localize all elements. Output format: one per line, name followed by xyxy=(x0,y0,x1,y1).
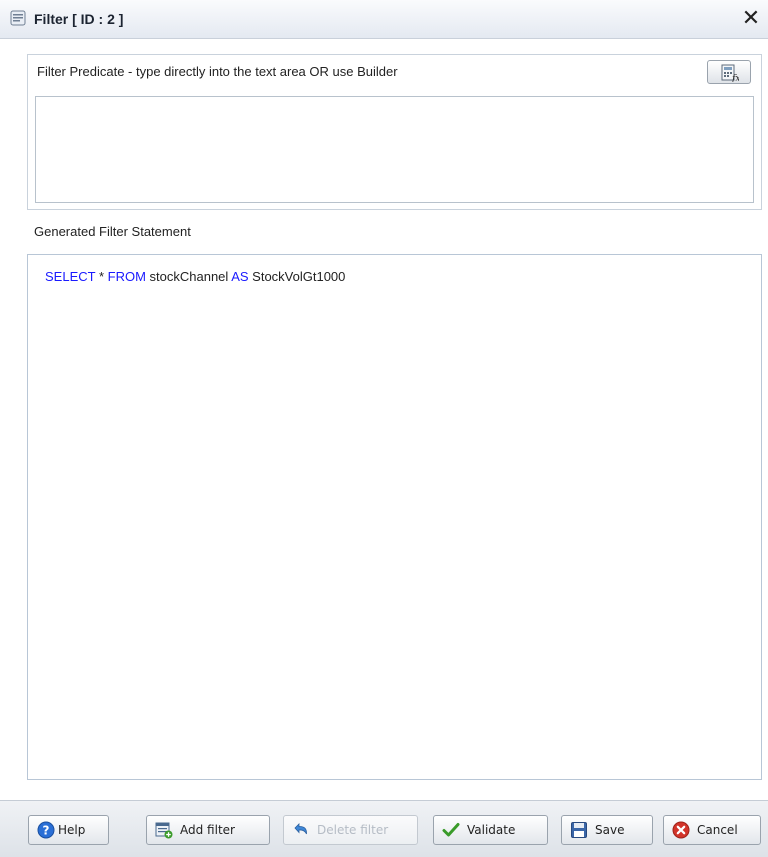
sql-text: * xyxy=(95,269,108,284)
svg-text:fx: fx xyxy=(731,74,739,82)
help-icon: ? xyxy=(37,821,55,839)
close-icon[interactable]: ✕ xyxy=(740,6,762,30)
dialog-title: Filter [ ID : 2 ] xyxy=(34,11,124,27)
generated-statement-text: SELECT * FROM stockChannel AS StockVolGt… xyxy=(45,269,345,284)
add-filter-label: Add filter xyxy=(180,823,235,837)
validate-label: Validate xyxy=(467,823,516,837)
filter-predicate-label: Filter Predicate - type directly into th… xyxy=(37,64,398,79)
dialog-footer: ? Help Add filter Delete filter Validate… xyxy=(0,800,768,857)
save-button[interactable]: Save xyxy=(561,815,653,845)
sql-keyword: AS xyxy=(231,269,249,284)
save-label: Save xyxy=(595,823,625,837)
filter-predicate-input[interactable] xyxy=(35,96,754,203)
delete-filter-label: Delete filter xyxy=(317,823,389,837)
checkmark-icon xyxy=(442,821,460,839)
expression-builder-icon: fx xyxy=(721,64,739,82)
add-filter-button[interactable]: Add filter xyxy=(146,815,270,845)
delete-filter-button[interactable]: Delete filter xyxy=(283,815,418,845)
filter-predicate-panel: Filter Predicate - type directly into th… xyxy=(27,54,762,210)
cancel-label: Cancel xyxy=(697,823,738,837)
help-button[interactable]: ? Help xyxy=(28,815,109,845)
sql-keyword: SELECT xyxy=(45,269,96,284)
dialog-title-bar: Filter [ ID : 2 ] ✕ xyxy=(0,0,768,39)
floppy-disk-icon xyxy=(570,821,588,839)
generated-statement-label: Generated Filter Statement xyxy=(34,224,191,239)
expression-builder-button[interactable]: fx xyxy=(707,60,751,84)
cancel-button[interactable]: Cancel xyxy=(663,815,761,845)
add-filter-icon xyxy=(155,821,173,839)
sql-text: stockChannel xyxy=(145,269,232,284)
filter-dialog-icon xyxy=(10,10,26,26)
help-button-label: Help xyxy=(58,823,86,837)
undo-icon xyxy=(292,821,310,839)
validate-button[interactable]: Validate xyxy=(433,815,548,845)
svg-text:?: ? xyxy=(43,824,50,838)
sql-keyword: FROM xyxy=(107,269,146,284)
sql-text: StockVolGt1000 xyxy=(248,269,346,284)
cancel-icon xyxy=(672,821,690,839)
generated-statement-area: SELECT * FROM stockChannel AS StockVolGt… xyxy=(27,254,762,780)
